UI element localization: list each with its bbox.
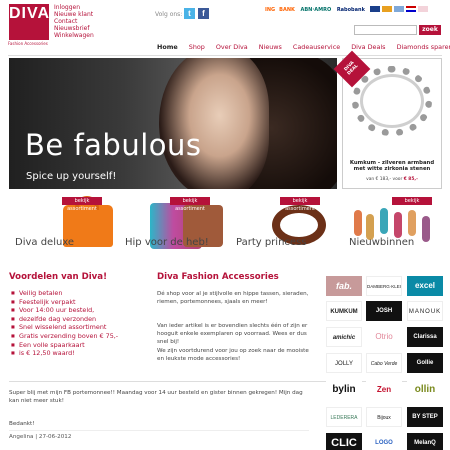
diva-logo[interactable]: DIVA [9,4,49,40]
amex-icon [394,6,405,12]
category-label-party[interactable]: Party princess [236,237,306,248]
mastercard-icon [382,6,393,12]
bracelet-inner [360,74,424,128]
brand-logo-gollie[interactable]: Gollie [407,353,443,373]
promo-title[interactable]: Kumkum - zilveren armband met witte zirk… [344,160,440,172]
voordelen-title: Voordelen van Diva! [9,272,108,282]
brand-logo-kumkum[interactable]: KUMKUM [326,301,362,321]
brand-logo-melanq[interactable]: MelanQ [407,433,443,450]
review-text: Super blij met mijn FB portemonnee!! Maa… [9,390,303,404]
brand-logo-bylin[interactable]: bylin [326,380,362,400]
visa-icon [370,6,381,12]
search-button[interactable]: zoek [419,25,441,35]
brand-logo-ollin[interactable]: ollin [407,380,443,400]
promo-price-new: € 85,- [403,177,418,182]
brand-logo-lederera[interactable]: LEDERERA [326,407,362,427]
newsletter-link[interactable]: Nieuwsbrief [54,25,94,32]
main-nav: Home Shop Over Diva Nieuws Cadeauservice… [157,43,450,51]
promo-price: van € 183,- voor € 85,- [344,177,440,182]
contact-link[interactable]: Contact [54,18,94,25]
ing-bank-logo: BANK [279,6,295,13]
brand-logo-by-step[interactable]: BY STEP [407,407,443,427]
benefit-item: is € 12,50 waard! [9,349,118,358]
category-label-deluxe[interactable]: Diva deluxe [15,237,74,248]
twitter-icon[interactable]: t [184,8,195,19]
brand-logo-clarissa[interactable]: Clarissa [407,327,443,347]
earring-shape [354,210,362,236]
benefit-item: Voor 14:00 uur besteld, [9,306,118,315]
benefit-item: Feestelijk verpakt [9,298,118,307]
fashion-paragraph: Van ieder artikel is er bovendien slecht… [157,323,308,345]
abn-amro-logo: ABN·AMRO [300,6,332,13]
facebook-icon[interactable]: f [198,8,209,19]
payment-methods: ING BANK ABN·AMRO Rabobank [265,6,430,13]
rabobank-logo: Rabobank [336,6,365,13]
nav-shop[interactable]: Shop [189,43,205,51]
earring-shape [408,210,416,236]
review-author-divider [9,430,309,431]
follow-label: Volg ons: [155,11,183,18]
fashion-paragraph: We zijn voortdurend voor jou op zoek naa… [157,348,309,362]
category-tag-new[interactable]: bekijk assortiment [392,197,432,212]
benefit-item: Een volle spaarkaart [9,341,118,350]
promo-price-old: van € 183,- voor [366,177,403,182]
benefit-item: dezelfde dag verzonden [9,315,118,324]
nav-nieuws[interactable]: Nieuws [259,43,282,51]
nav-diva-deals[interactable]: Diva Deals [351,43,385,51]
hero-model-face [159,58,269,189]
login-link[interactable]: Inloggen [54,4,94,11]
category-label-new[interactable]: Nieuwbinnen [349,237,414,248]
brand-logo-manouk[interactable]: MANOUK [407,301,443,321]
heart-icon [418,6,429,12]
search-input[interactable] [354,25,417,35]
brand-logo-zen[interactable]: Zen [366,380,402,400]
top-links: Inloggen Nieuwe klant Contact Nieuwsbrie… [54,4,94,39]
category-tag-party[interactable]: bekijk assortiment [280,197,320,212]
brand-logo-clic[interactable]: CLIC [326,433,362,450]
ing-logo: ING [265,6,276,13]
brand-logo-bijoux[interactable]: Bijoux [366,407,402,427]
review-author: Angelina | 27-06-2012 [9,434,72,440]
earring-shape [394,212,402,238]
hero-banner[interactable]: Be fabulous Spice up yourself! [9,58,337,189]
brand-logo-josh[interactable]: JOSH [366,301,402,321]
benefits-list: Veilig betalen Feestelijk verpakt Voor 1… [9,289,118,358]
uk-flag-icon[interactable] [406,6,417,12]
benefit-item: Veilig betalen [9,289,118,298]
review-thanks: Bedankt! [9,421,35,427]
logo-subtitle: Fashion Accessories [8,41,48,46]
brand-logo-fab[interactable]: fab. [326,276,362,296]
brand-logo-sugarz[interactable]: Otrio [366,327,402,347]
nav-divider [8,55,442,56]
new-customer-link[interactable]: Nieuwe klant [54,11,94,18]
fashion-paragraph: Dé shop voor al je stijlvolle en hippe t… [157,291,309,305]
nav-cadeauservice[interactable]: Cadeauservice [293,43,340,51]
brand-logo-blue[interactable]: LOGO [366,433,402,450]
brand-logo-excel[interactable]: excel [407,276,443,296]
hero-title: Be fabulous [25,128,202,162]
category-tag-deluxe[interactable]: bekijk assortiment [62,197,102,212]
brand-logo-cabo-verde[interactable]: Cabo Verde [366,353,402,373]
nav-over-diva[interactable]: Over Diva [216,43,248,51]
fashion-title: Diva Fashion Accessories [157,272,279,282]
hero-subtitle: Spice up yourself! [26,171,117,182]
category-tag-hip[interactable]: bekijk assortiment [170,197,210,212]
benefit-item: Snel wisselend assortiment [9,323,118,332]
cart-link[interactable]: Winkelwagen [54,32,94,39]
nav-home[interactable]: Home [157,43,178,51]
brand-logo-amichic[interactable]: amichic [326,327,362,347]
nav-diamonds-sparen[interactable]: Diamonds sparen [397,43,450,51]
brand-logo-damberg[interactable]: DAMBERG·KLEIN [366,276,402,296]
category-label-hip[interactable]: Hip voor de heb! [125,237,209,248]
earring-shape [422,216,430,242]
brand-logo-jolly[interactable]: JOLLY [326,353,362,373]
earring-shape [380,208,388,234]
benefit-item: Gratis verzending boven € 75,- [9,332,118,341]
